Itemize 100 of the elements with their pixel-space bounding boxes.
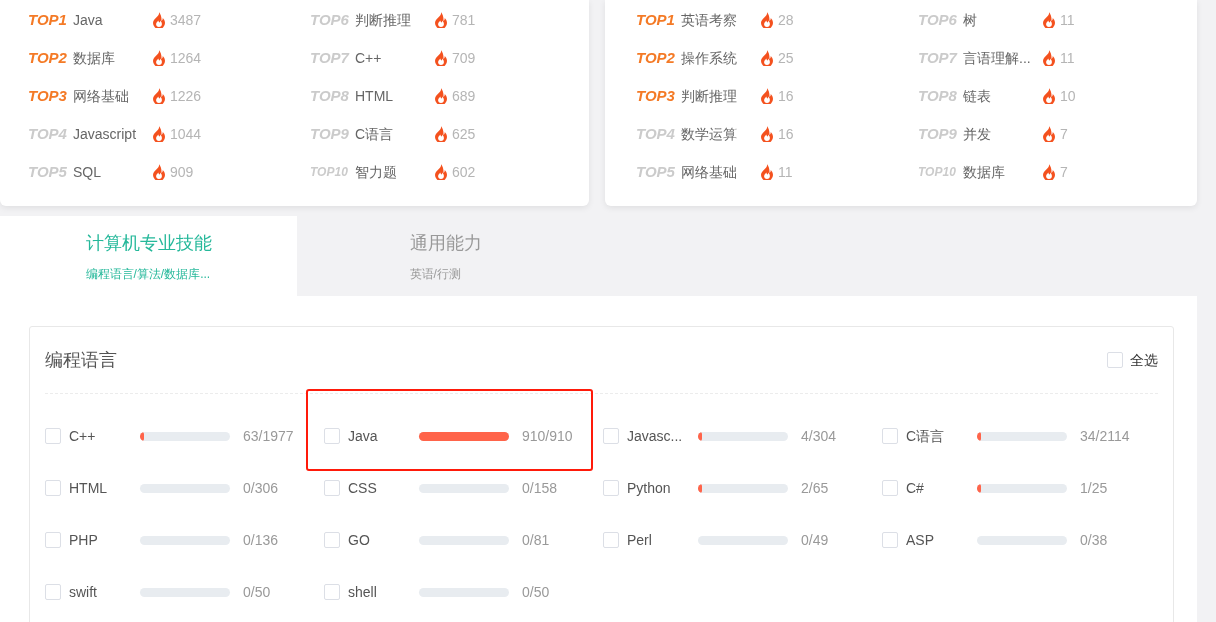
- progress-reading: 1/25: [1080, 478, 1108, 498]
- flame-icon: [434, 12, 448, 28]
- skill-name[interactable]: Perl: [627, 529, 698, 551]
- flame-icon: [1042, 164, 1056, 180]
- hot-count: 909: [170, 162, 194, 182]
- hot-count: 7: [1060, 162, 1068, 182]
- hot-count: 7: [1060, 124, 1068, 144]
- skill-name[interactable]: C++: [69, 425, 140, 447]
- topic-name[interactable]: 数据库: [73, 47, 152, 69]
- topic-name[interactable]: C++: [355, 47, 434, 69]
- topic-name[interactable]: SQL: [73, 161, 152, 183]
- flame-icon: [434, 126, 448, 142]
- skill-name[interactable]: Python: [627, 477, 698, 499]
- progress-reading: 0/136: [243, 530, 279, 550]
- select-all-label[interactable]: 全选: [1130, 349, 1158, 371]
- progress-reading: 0/81: [522, 530, 550, 550]
- hot-count: 781: [452, 10, 476, 30]
- flame-icon: [152, 126, 166, 142]
- skill-name[interactable]: C语言: [906, 425, 977, 447]
- flame-icon: [1042, 88, 1056, 104]
- flame-icon: [434, 88, 448, 104]
- topic-name[interactable]: 网络基础: [73, 85, 152, 107]
- tab-subtitle: 编程语言/算法/数据库...: [85, 266, 212, 282]
- skill-name[interactable]: Javasc...: [627, 425, 698, 447]
- hot-count: 1044: [170, 124, 202, 144]
- checkbox[interactable]: [603, 480, 619, 496]
- topic-name[interactable]: C语言: [355, 123, 434, 145]
- hot-count: 28: [778, 10, 794, 30]
- flame-icon: [760, 88, 774, 104]
- checkbox[interactable]: [324, 532, 340, 548]
- hot-count: 10: [1060, 86, 1076, 106]
- progress-reading: 63/1977: [243, 426, 294, 446]
- checkbox[interactable]: [603, 428, 619, 444]
- flame-icon: [152, 88, 166, 104]
- flame-icon: [1042, 50, 1056, 66]
- skill-name[interactable]: C#: [906, 477, 977, 499]
- checkbox[interactable]: [324, 480, 340, 496]
- flame-icon: [434, 164, 448, 180]
- progress-reading: 0/50: [243, 582, 271, 602]
- hot-count: 11: [1060, 10, 1075, 30]
- skill-name[interactable]: HTML: [69, 477, 140, 499]
- topic-name[interactable]: 智力题: [355, 161, 434, 183]
- skill-name[interactable]: CSS: [348, 477, 419, 499]
- progress-reading: 0/158: [522, 478, 558, 498]
- skill-name[interactable]: swift: [69, 581, 140, 603]
- topic-name[interactable]: 英语考察: [681, 9, 760, 31]
- topic-name[interactable]: 判断推理: [355, 9, 434, 31]
- topic-name[interactable]: 操作系统: [681, 47, 760, 69]
- checkbox[interactable]: [1107, 352, 1123, 368]
- progress-reading: 910/910: [522, 426, 573, 446]
- rank-label: TOP1: [28, 9, 68, 30]
- checkbox[interactable]: [45, 584, 61, 600]
- checkbox[interactable]: [45, 428, 61, 444]
- topic-name[interactable]: HTML: [355, 85, 434, 107]
- hot-count: 16: [778, 124, 794, 144]
- hot-count: 709: [452, 48, 476, 68]
- flame-icon: [1042, 126, 1056, 142]
- flame-icon: [152, 12, 166, 28]
- checkbox[interactable]: [603, 532, 619, 548]
- hot-count: 25: [778, 48, 794, 68]
- progress-reading: 0/306: [243, 478, 279, 498]
- skill-name[interactable]: PHP: [69, 529, 140, 551]
- progress-reading: 4/304: [801, 426, 837, 446]
- checkbox[interactable]: [45, 480, 61, 496]
- checkbox[interactable]: [882, 480, 898, 496]
- checkbox[interactable]: [324, 584, 340, 600]
- hot-count: 11: [1060, 48, 1075, 68]
- topic-name[interactable]: 判断推理: [681, 85, 760, 107]
- topic-name[interactable]: Javascript: [73, 123, 152, 145]
- topic-name[interactable]: 并发: [963, 123, 1042, 145]
- topic-name[interactable]: 链表: [963, 85, 1042, 107]
- checkbox[interactable]: [882, 428, 898, 444]
- progress-reading: 0/38: [1080, 530, 1108, 550]
- skill-name[interactable]: shell: [348, 581, 419, 603]
- flame-icon: [152, 50, 166, 66]
- hot-count: 1226: [170, 86, 202, 106]
- skill-name[interactable]: ASP: [906, 529, 977, 551]
- hot-count: 602: [452, 162, 476, 182]
- rank-label: TOP3: [636, 85, 676, 106]
- topic-name[interactable]: 数据库: [963, 161, 1042, 183]
- progress-reading: 34/2114: [1080, 426, 1130, 446]
- tab-title: 通用能力: [409, 232, 482, 255]
- skill-name[interactable]: GO: [348, 529, 419, 551]
- rank-label: TOP2: [636, 47, 676, 68]
- topic-name[interactable]: 数学运算: [681, 123, 760, 145]
- topic-name[interactable]: 树: [963, 9, 1042, 31]
- rank-label: TOP2: [28, 47, 68, 68]
- topic-name[interactable]: 言语理解...: [963, 47, 1042, 69]
- topic-name[interactable]: 网络基础: [681, 161, 760, 183]
- checkbox[interactable]: [324, 428, 340, 444]
- tab-title: 计算机专业技能: [85, 232, 212, 255]
- flame-icon: [152, 164, 166, 180]
- checkbox[interactable]: [45, 532, 61, 548]
- topic-name[interactable]: Java: [73, 9, 152, 31]
- section-title: 编程语言: [45, 348, 117, 372]
- checkbox[interactable]: [882, 532, 898, 548]
- hot-count: 16: [778, 86, 794, 106]
- skill-name[interactable]: Java: [348, 425, 419, 447]
- flame-icon: [434, 50, 448, 66]
- progress-reading: 2/65: [801, 478, 829, 498]
